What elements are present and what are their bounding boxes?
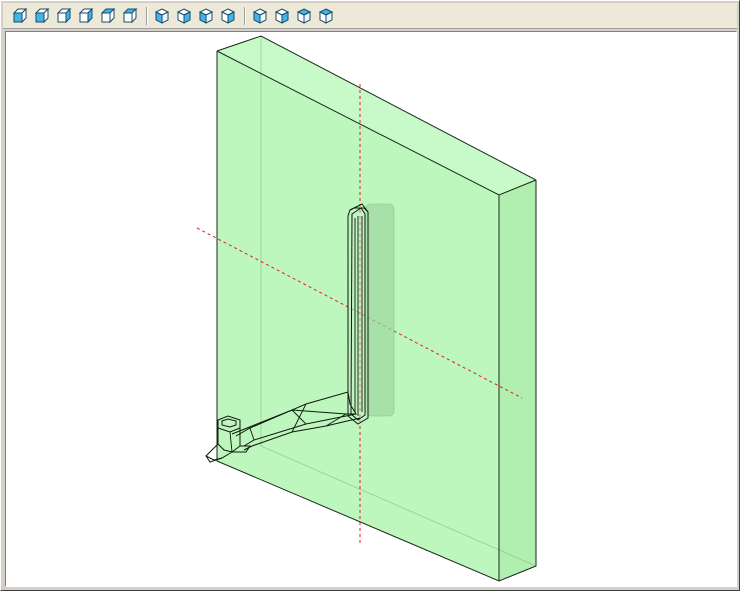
view-top-icon xyxy=(100,7,116,24)
iso-bottom-back-left-icon xyxy=(296,7,312,24)
toolbar-separator xyxy=(244,6,246,25)
iso-bottom-front-left-icon xyxy=(252,7,268,24)
iso-back-right-icon xyxy=(220,7,236,24)
iso-bottom-front-left-button[interactable] xyxy=(251,7,269,25)
view-bottom-icon xyxy=(122,7,138,24)
iso-bottom-back-left-button[interactable] xyxy=(295,7,313,25)
iso-back-left-icon xyxy=(198,7,214,24)
view-right-icon xyxy=(78,7,94,24)
handle-bar[interactable] xyxy=(347,203,369,425)
iso-bottom-back-right-button[interactable] xyxy=(317,7,335,25)
view-toolbar xyxy=(3,3,737,29)
view-front-button[interactable] xyxy=(11,7,29,25)
iso-bottom-front-right-button[interactable] xyxy=(273,7,291,25)
view-back-icon xyxy=(34,7,50,24)
iso-front-right-icon xyxy=(176,7,192,24)
iso-front-right-button[interactable] xyxy=(175,7,193,25)
view-left-button[interactable] xyxy=(55,7,73,25)
view-front-icon xyxy=(12,7,28,24)
view-right-button[interactable] xyxy=(77,7,95,25)
view-top-button[interactable] xyxy=(99,7,117,25)
iso-back-right-button[interactable] xyxy=(219,7,237,25)
iso-front-left-icon xyxy=(154,7,170,24)
iso-bottom-back-right-icon xyxy=(318,7,334,24)
cad-viewer-window xyxy=(0,0,740,591)
iso-back-left-button[interactable] xyxy=(197,7,215,25)
3d-viewport[interactable] xyxy=(5,31,737,587)
toolbar-separator xyxy=(146,6,148,25)
view-left-icon xyxy=(56,7,72,24)
view-bottom-button[interactable] xyxy=(121,7,139,25)
view-back-button[interactable] xyxy=(33,7,51,25)
iso-front-left-button[interactable] xyxy=(153,7,171,25)
scene-canvas[interactable] xyxy=(6,32,736,586)
handle-shadow xyxy=(365,203,395,417)
plate-end-face xyxy=(499,180,536,581)
iso-bottom-front-right-icon xyxy=(274,7,290,24)
